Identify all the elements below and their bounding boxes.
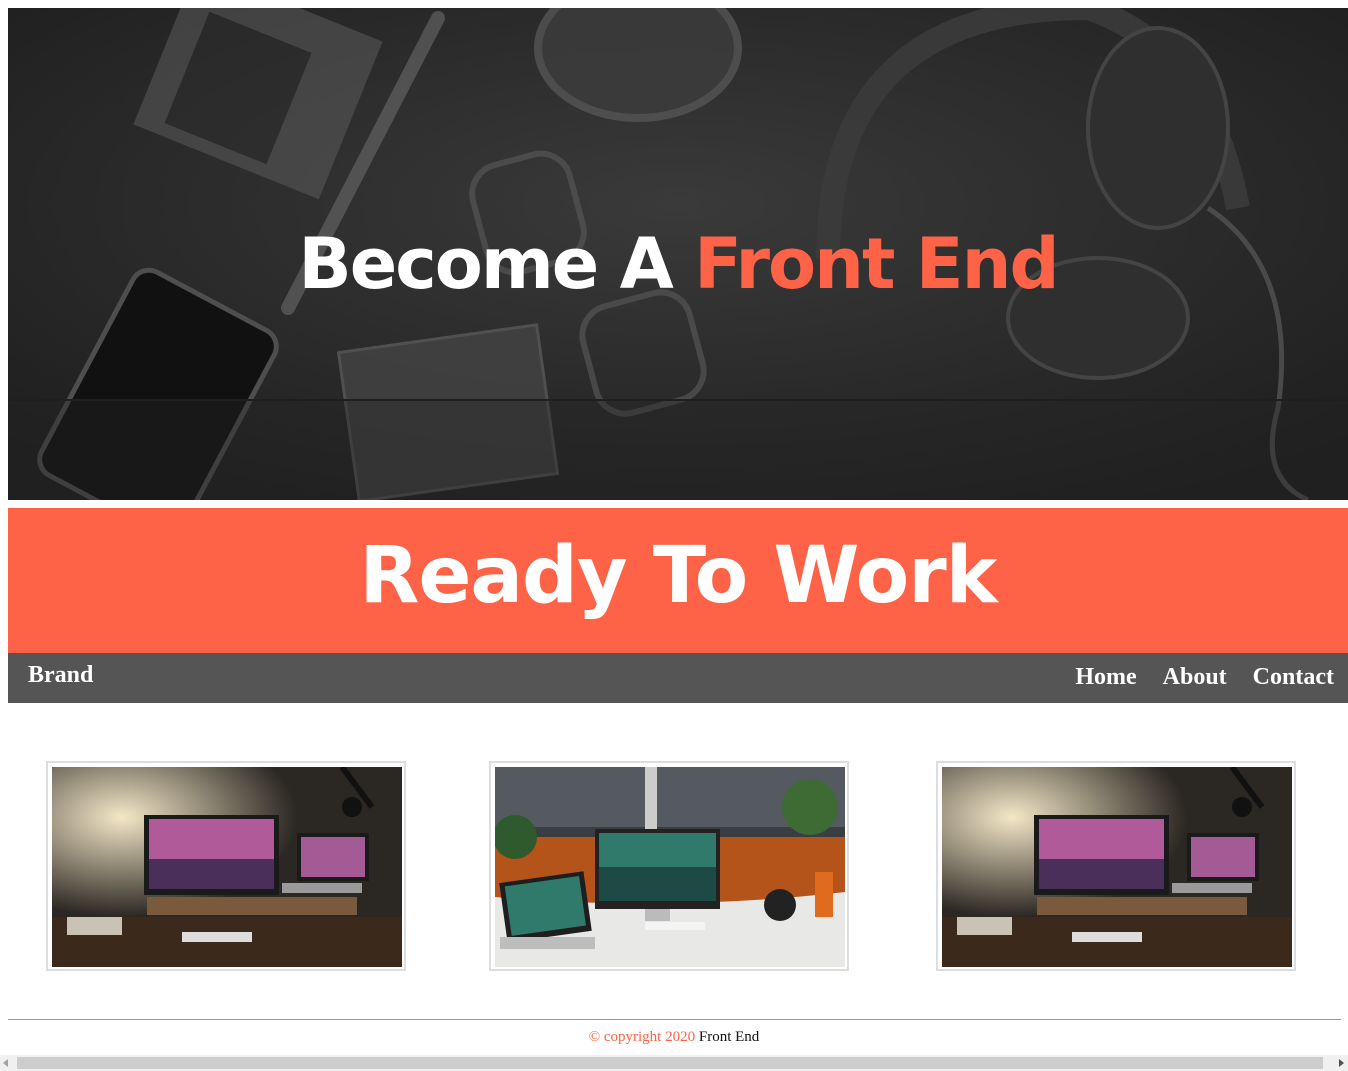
brand-link[interactable]: Brand bbox=[28, 662, 93, 689]
hero-section: Become A Front End bbox=[8, 8, 1348, 500]
footer-brand-name: Front End bbox=[698, 1029, 760, 1045]
gallery-item[interactable] bbox=[489, 761, 849, 971]
gallery-item[interactable] bbox=[46, 761, 406, 971]
desk-setup-photo bbox=[942, 767, 1292, 967]
scroll-left-arrow-icon[interactable] bbox=[3, 1059, 8, 1067]
nav-link-home[interactable]: Home bbox=[1075, 664, 1136, 691]
footer-copyright: © copyright 2020 bbox=[588, 1029, 696, 1045]
footer: © copyright 2020 Front End bbox=[0, 1029, 1348, 1046]
hero-title-accent: Front End bbox=[694, 223, 1059, 305]
banner-text: Ready To Work bbox=[359, 530, 997, 621]
footer-divider bbox=[8, 1019, 1341, 1020]
scroll-right-arrow-icon[interactable] bbox=[1339, 1059, 1344, 1067]
hero-title: Become A Front End bbox=[8, 214, 1348, 314]
horizontal-scrollbar[interactable] bbox=[0, 1055, 1348, 1071]
hero-title-text: Become A bbox=[298, 223, 695, 305]
nav-link-about[interactable]: About bbox=[1163, 664, 1227, 691]
banner: Ready To Work bbox=[8, 508, 1348, 653]
gallery-item[interactable] bbox=[936, 761, 1296, 971]
nav-link-contact[interactable]: Contact bbox=[1253, 664, 1334, 691]
desk-setup-photo bbox=[52, 767, 402, 967]
nav-links: Home About Contact bbox=[1075, 664, 1334, 691]
scrollbar-thumb[interactable] bbox=[17, 1057, 1323, 1069]
office-desk-photo bbox=[495, 767, 845, 967]
navbar: Brand Home About Contact bbox=[8, 653, 1348, 703]
